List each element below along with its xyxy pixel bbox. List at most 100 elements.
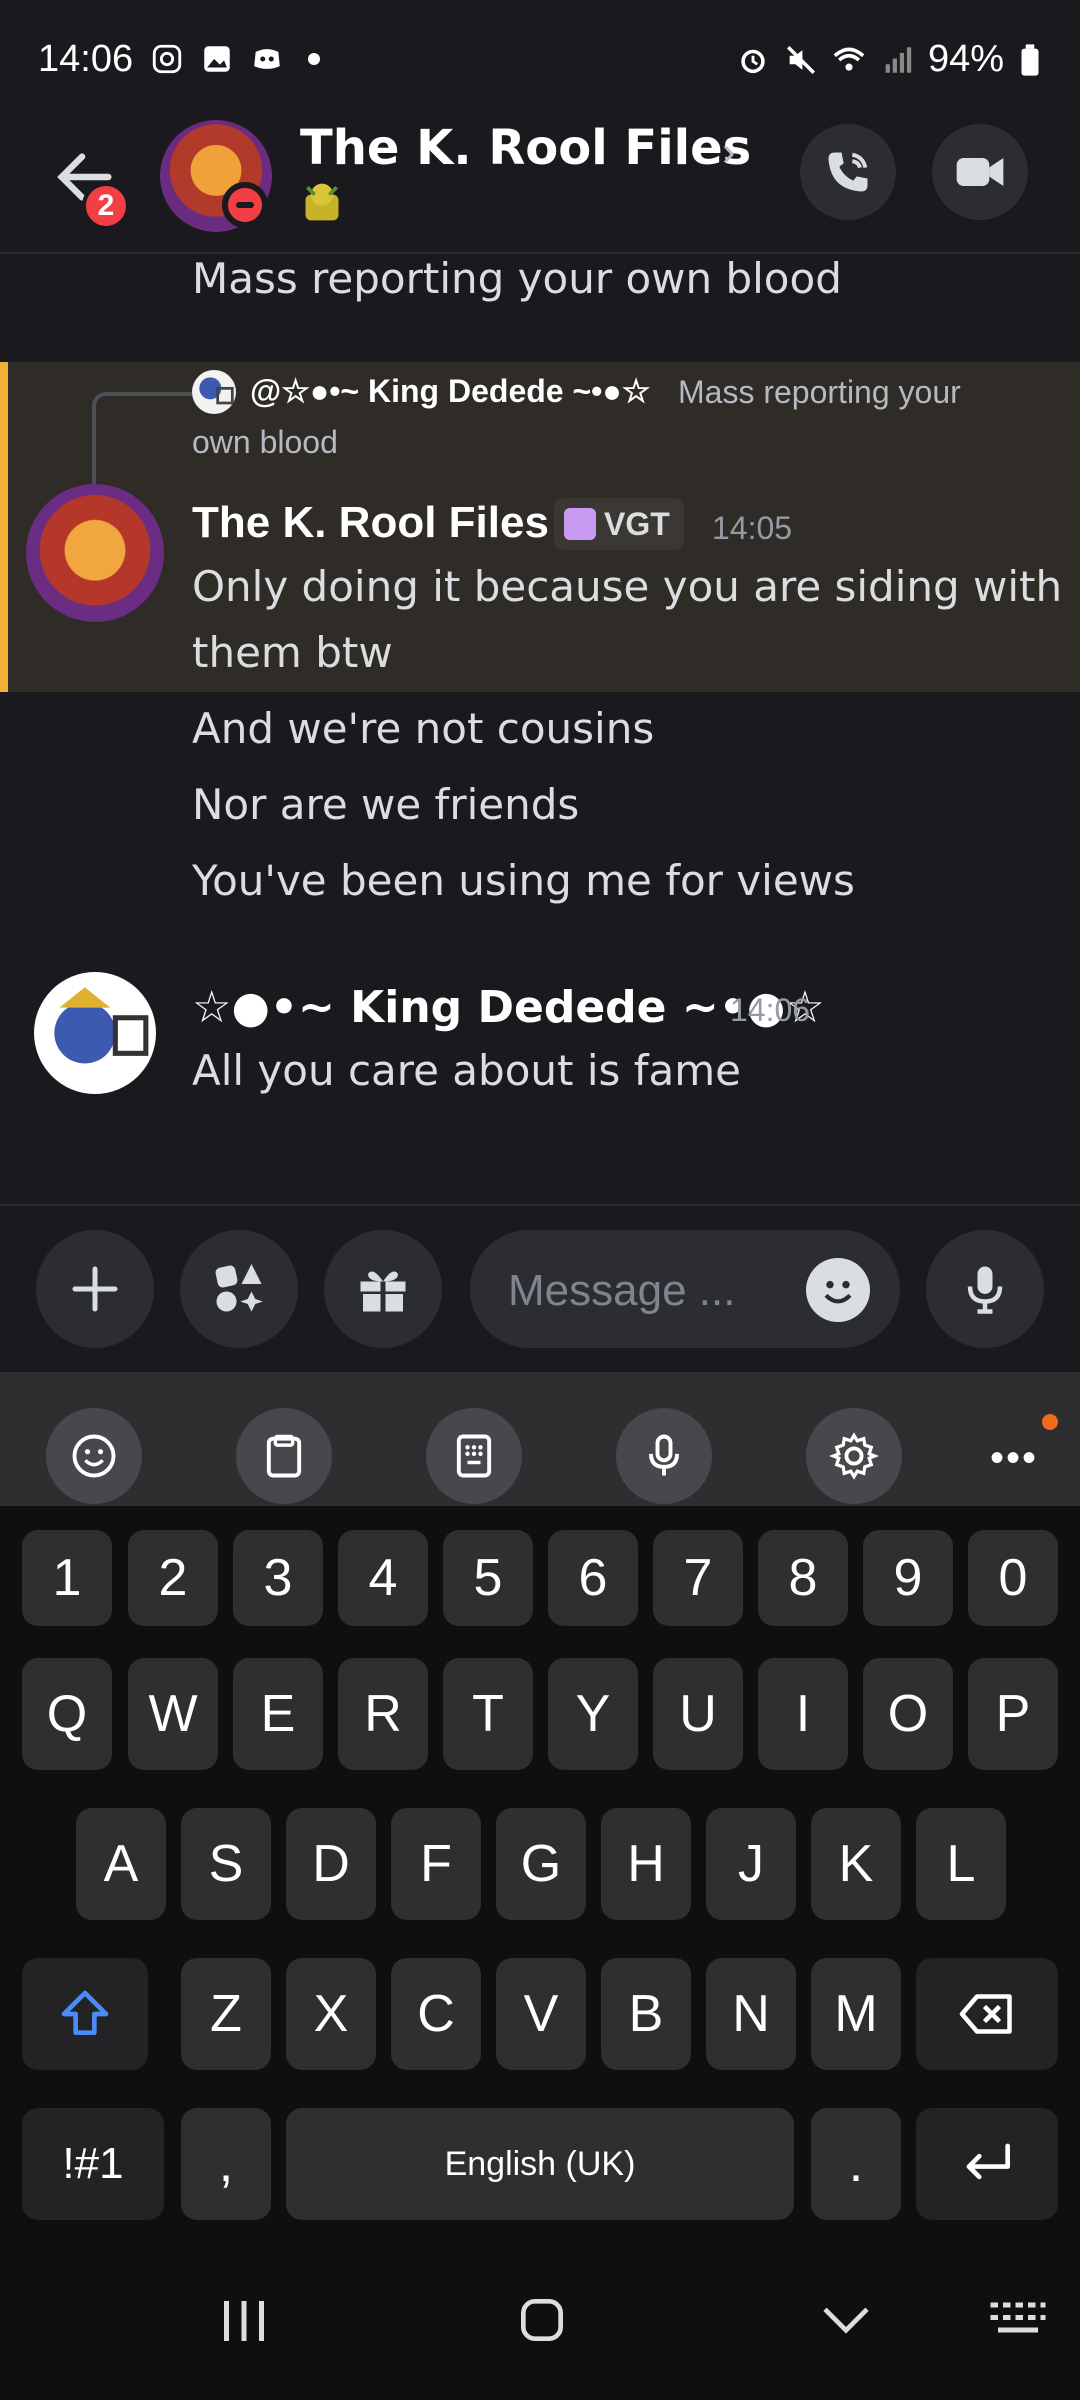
smiley-icon xyxy=(72,1434,116,1478)
plus-icon xyxy=(72,1266,118,1312)
recent-apps-icon[interactable] xyxy=(214,2296,274,2346)
message-author[interactable]: The K. Rool Files xyxy=(192,498,549,548)
reply-avatar xyxy=(192,370,236,414)
discord-icon xyxy=(254,49,280,69)
message-text: You've been using me for views xyxy=(192,856,855,905)
page-title[interactable]: The K. Rool Files xyxy=(300,120,751,176)
emoji-picker-icon[interactable] xyxy=(806,1258,870,1322)
comma-key[interactable]: , xyxy=(181,2108,271,2220)
key-r[interactable]: R xyxy=(338,1658,428,1770)
phone-icon xyxy=(828,152,868,192)
keypad-button[interactable] xyxy=(426,1408,522,1504)
voice-call-button[interactable] xyxy=(800,124,896,220)
key-m[interactable]: M xyxy=(811,1958,901,2070)
backspace-key[interactable] xyxy=(916,1958,1058,2070)
dnd-status-icon xyxy=(222,182,268,228)
voice-message-button[interactable] xyxy=(926,1230,1044,1348)
avatar[interactable] xyxy=(26,484,164,622)
voice-input-button[interactable] xyxy=(616,1408,712,1504)
key-2[interactable]: 2 xyxy=(128,1530,218,1626)
key-q[interactable]: Q xyxy=(22,1658,112,1770)
reply-author[interactable]: @☆●•~ King Dedede ~•●☆ xyxy=(250,372,650,410)
key-u[interactable]: U xyxy=(653,1658,743,1770)
key-l[interactable]: L xyxy=(916,1808,1006,1920)
hide-keyboard-icon[interactable] xyxy=(818,2296,874,2346)
message-list[interactable]: Mass reporting your own blood @☆●•~ King… xyxy=(0,254,1080,1204)
key-8[interactable]: 8 xyxy=(758,1530,848,1626)
key-h[interactable]: H xyxy=(601,1808,691,1920)
key-6[interactable]: 6 xyxy=(548,1530,638,1626)
keyboard-switch-icon[interactable] xyxy=(988,2298,1048,2342)
message-timestamp: 14:06 xyxy=(730,992,811,1028)
key-i[interactable]: I xyxy=(758,1658,848,1770)
key-f[interactable]: F xyxy=(391,1808,481,1920)
chat-header: 2 The K. Rool Files › xyxy=(0,120,1080,254)
more-options-icon[interactable]: ••• xyxy=(990,1436,1038,1481)
add-attachment-button[interactable] xyxy=(36,1230,154,1348)
server-tag-label: VGT xyxy=(604,505,670,542)
apps-button[interactable] xyxy=(180,1230,298,1348)
shift-key[interactable] xyxy=(22,1958,148,2070)
key-j[interactable]: J xyxy=(706,1808,796,1920)
key-s[interactable]: S xyxy=(181,1808,271,1920)
microphone-icon xyxy=(967,1266,1003,1314)
key-e[interactable]: E xyxy=(233,1658,323,1770)
microphone-icon xyxy=(649,1434,679,1476)
key-y[interactable]: Y xyxy=(548,1658,638,1770)
keyboard-settings-button[interactable] xyxy=(806,1408,902,1504)
space-key[interactable]: English (UK) xyxy=(286,2108,794,2220)
key-t[interactable]: T xyxy=(443,1658,533,1770)
key-c[interactable]: C xyxy=(391,1958,481,2070)
key-p[interactable]: P xyxy=(968,1658,1058,1770)
key-3[interactable]: 3 xyxy=(233,1530,323,1626)
key-v[interactable]: V xyxy=(496,1958,586,2070)
key-4[interactable]: 4 xyxy=(338,1530,428,1626)
message-text: All you care about is fame xyxy=(192,1046,742,1095)
clock: 14:06 xyxy=(38,38,134,80)
keypad-icon xyxy=(456,1434,492,1478)
message-text: them btw xyxy=(192,628,393,677)
key-a[interactable]: A xyxy=(76,1808,166,1920)
key-0[interactable]: 0 xyxy=(968,1530,1058,1626)
key-9[interactable]: 9 xyxy=(863,1530,953,1626)
wifi-icon xyxy=(833,47,865,71)
server-tag-badge[interactable]: VGT xyxy=(554,498,684,550)
symbols-key[interactable]: !#1 xyxy=(22,2108,164,2220)
keyboard: 1 2 3 4 5 6 7 8 9 0 Q W E R T Y U I O P … xyxy=(0,1506,1080,2236)
system-icons: 94% xyxy=(736,38,1042,81)
key-d[interactable]: D xyxy=(286,1808,376,1920)
apps-icon xyxy=(215,1264,263,1312)
chevron-right-icon[interactable]: › xyxy=(722,130,735,175)
video-call-button[interactable] xyxy=(932,124,1028,220)
key-o[interactable]: O xyxy=(863,1658,953,1770)
key-x[interactable]: X xyxy=(286,1958,376,2070)
shift-arrow-icon xyxy=(61,1990,109,2035)
status-bar: 14:06 94% xyxy=(0,0,1080,120)
message-text: Mass reporting your own blood xyxy=(192,254,842,303)
avatar[interactable] xyxy=(34,972,156,1094)
key-5[interactable]: 5 xyxy=(443,1530,533,1626)
period-key[interactable]: . xyxy=(811,2108,901,2220)
key-g[interactable]: G xyxy=(496,1808,586,1920)
message-text: Only doing it because you are siding wit… xyxy=(192,562,1063,611)
message-text: And we're not cousins xyxy=(192,704,655,753)
instagram-icon xyxy=(152,44,182,74)
home-icon[interactable] xyxy=(514,2292,570,2348)
signal-icon xyxy=(885,46,912,73)
keyboard-emoji-button[interactable] xyxy=(46,1408,142,1504)
message-input[interactable]: Message ... xyxy=(470,1230,900,1348)
reply-preview-text: Mass reporting your xyxy=(678,374,961,410)
enter-key[interactable] xyxy=(916,2108,1058,2220)
status-emoji-icon xyxy=(305,183,339,221)
gift-button[interactable] xyxy=(324,1230,442,1348)
key-7[interactable]: 7 xyxy=(653,1530,743,1626)
key-z[interactable]: Z xyxy=(181,1958,271,2070)
key-k[interactable]: K xyxy=(811,1808,901,1920)
key-w[interactable]: W xyxy=(128,1658,218,1770)
key-b[interactable]: B xyxy=(601,1958,691,2070)
key-1[interactable]: 1 xyxy=(22,1530,112,1626)
key-n[interactable]: N xyxy=(706,1958,796,2070)
gear-icon xyxy=(829,1432,879,1480)
message-text: Nor are we friends xyxy=(192,780,580,829)
clipboard-button[interactable] xyxy=(236,1408,332,1504)
